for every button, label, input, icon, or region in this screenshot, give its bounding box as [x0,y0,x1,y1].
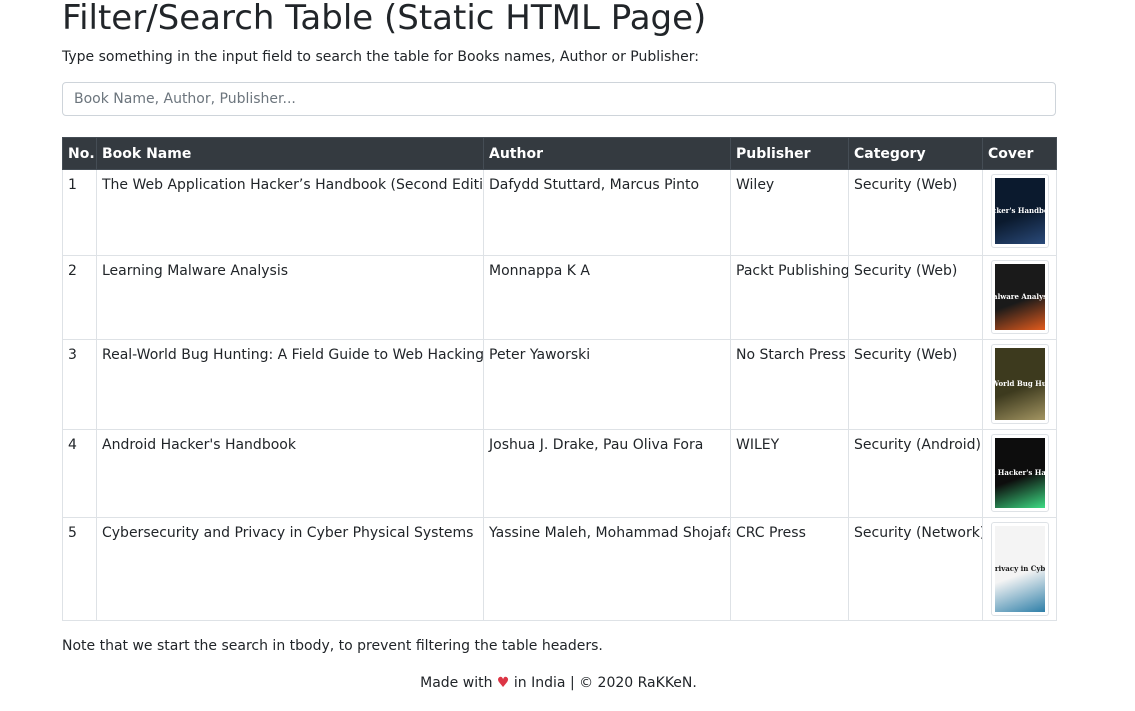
note-text: Note that we start the search in tbody, … [62,638,603,654]
page-title: Filter/Search Table (Static HTML Page) [62,0,707,38]
cell-book-name: Android Hacker's Handbook [96,429,484,518]
footer-text-before: Made with [420,675,497,691]
book-cover-image: Cybersecurity and Privacy in Cyber Physi… [990,522,1049,616]
cell-category: Security (Web) [848,255,983,340]
cell-category: Security (Android) [848,429,983,518]
table-row: 4 Android Hacker's Handbook Joshua J. Dr… [62,429,1057,518]
cell-category: Security (Web) [848,339,983,430]
cell-publisher: CRC Press [730,517,849,621]
cover-art: Android Hacker's Handbook [994,438,1045,508]
intro-text: Type something in the input field to sea… [62,49,700,65]
cell-book-name: Real-World Bug Hunting: A Field Guide to… [96,339,484,430]
cell-author: Yassine Maleh, Mohammad Shojafar [483,517,731,621]
cell-book-name: Cybersecurity and Privacy in Cyber Physi… [96,517,484,621]
book-cover-image: Hacker's Handbook [990,174,1049,248]
book-cover-image: Real-World Bug Hunting [990,344,1049,424]
table-row: 2 Learning Malware Analysis Monnappa K A… [62,255,1057,340]
book-cover-image: Android Hacker's Handbook [990,434,1049,512]
header-publisher: Publisher [730,137,849,170]
search-input[interactable] [62,82,1056,116]
cell-author: Monnappa K A [483,255,731,340]
cell-cover: Real-World Bug Hunting [982,339,1057,430]
heart-icon: ♥ [496,675,510,691]
header-row: No. Book Name Author Publisher Category … [62,137,1057,170]
cover-art: Cybersecurity and Privacy in Cyber Physi… [994,526,1045,612]
cell-book-name: Learning Malware Analysis [96,255,484,340]
cell-cover: Android Hacker's Handbook [982,429,1057,518]
header-category: Category [848,137,983,170]
cover-art: Malware Analysis [994,264,1045,330]
cell-no: 3 [62,339,97,430]
cover-art: Real-World Bug Hunting [994,348,1045,420]
cell-publisher: No Starch Press [730,339,849,430]
cell-author: Joshua J. Drake, Pau Oliva Fora [483,429,731,518]
cell-no: 1 [62,169,97,256]
cell-author: Peter Yaworski [483,339,731,430]
cell-publisher: Wiley [730,169,849,256]
cell-cover: Malware Analysis [982,255,1057,340]
table-body: 1 The Web Application Hacker’s Handbook … [62,169,1057,621]
cell-author: Dafydd Stuttard, Marcus Pinto [483,169,731,256]
cell-category: Security (Network) [848,517,983,621]
book-cover-image: Malware Analysis [990,260,1049,334]
cell-book-name: The Web Application Hacker’s Handbook (S… [96,169,484,256]
header-author: Author [483,137,731,170]
cell-cover: Hacker's Handbook [982,169,1057,256]
header-book-name: Book Name [96,137,484,170]
footer-text-after: in India | © 2020 RaKKeN. [509,675,697,691]
cell-no: 5 [62,517,97,621]
cell-no: 2 [62,255,97,340]
footer: Made with ♥ in India | © 2020 RaKKeN. [0,674,1117,692]
cover-art: Hacker's Handbook [994,178,1045,244]
books-table: No. Book Name Author Publisher Category … [62,137,1057,621]
cell-category: Security (Web) [848,169,983,256]
table-header: No. Book Name Author Publisher Category … [62,137,1057,170]
table-row: 3 Real-World Bug Hunting: A Field Guide … [62,339,1057,430]
table-row: 5 Cybersecurity and Privacy in Cyber Phy… [62,517,1057,621]
cell-publisher: WILEY [730,429,849,518]
cell-cover: Cybersecurity and Privacy in Cyber Physi… [982,517,1057,621]
table-row: 1 The Web Application Hacker’s Handbook … [62,169,1057,256]
header-cover: Cover [982,137,1057,170]
header-no: No. [62,137,97,170]
cell-publisher: Packt Publishing [730,255,849,340]
cell-no: 4 [62,429,97,518]
